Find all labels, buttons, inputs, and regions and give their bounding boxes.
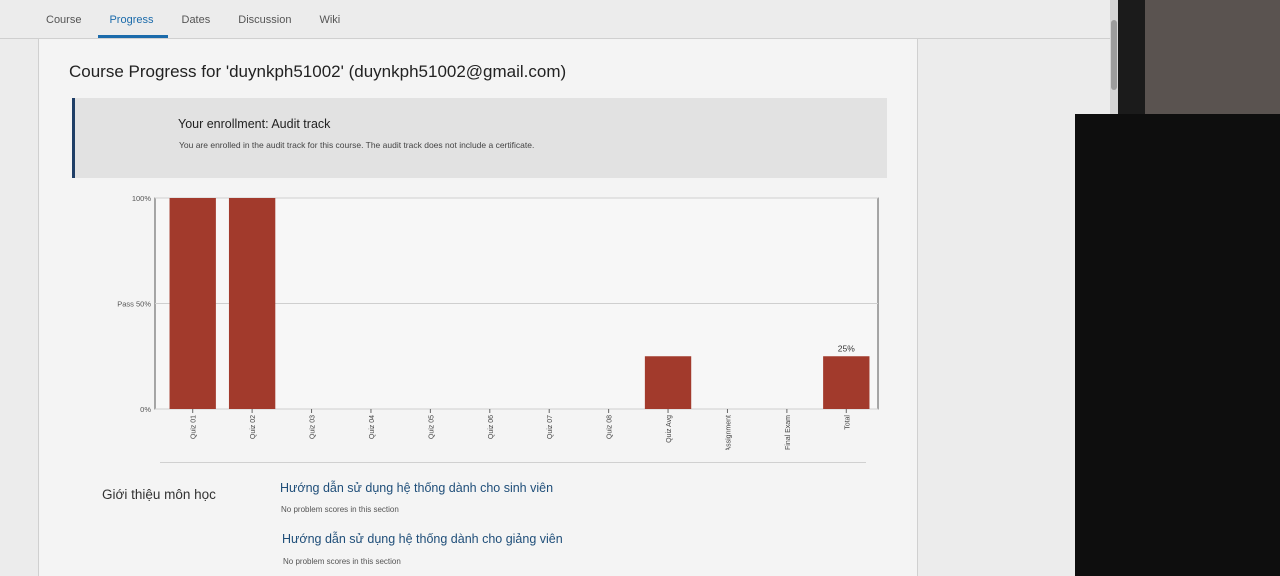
enrollment-title: Your enrollment: Audit track <box>178 117 331 131</box>
x-tick-label: Assignment <box>725 415 732 450</box>
x-tick-label: Quiz Avg <box>666 415 673 443</box>
course-navigation: Course Progress Dates Discussion Wiki <box>30 0 352 38</box>
section-link-teacher-guide[interactable]: Hướng dẫn sử dụng hệ thống dành cho giản… <box>282 532 563 546</box>
section-score-note: No problem scores in this section <box>281 505 399 514</box>
x-tick-label: Quiz 02 <box>250 415 257 439</box>
tab-discussion[interactable]: Discussion <box>222 14 303 38</box>
x-tick-label: Quiz 03 <box>310 415 317 439</box>
monitor-edge <box>1075 114 1280 576</box>
grade-bar <box>169 198 216 409</box>
x-tick-label: Quiz 06 <box>488 415 495 439</box>
x-tick-label: Final Exam <box>785 415 792 450</box>
background-wall <box>1145 0 1280 120</box>
data-label: 25% <box>838 343 855 353</box>
x-tick-label: Total <box>844 415 851 430</box>
x-tick-label: Quiz 04 <box>369 415 376 439</box>
section-link-student-guide[interactable]: Hướng dẫn sử dụng hệ thống dành cho sinh… <box>280 481 553 495</box>
enrollment-description: You are enrolled in the audit track for … <box>179 140 535 150</box>
page-title: Course Progress for 'duynkph51002' (duyn… <box>69 62 567 81</box>
browser-page: Course Progress Dates Discussion Wiki Co… <box>0 0 1118 576</box>
tab-course[interactable]: Course <box>30 14 93 38</box>
tab-wiki[interactable]: Wiki <box>303 14 352 38</box>
grade-chart: 100% Pass 50% 0% Quiz 01 Quiz 02 Quiz 03 Quiz … <box>117 194 879 450</box>
y-tick-label: 0% <box>140 405 151 414</box>
y-tick-label: Pass 50% <box>117 300 151 309</box>
x-tick-label: Quiz 01 <box>191 415 198 439</box>
tab-progress[interactable]: Progress <box>93 14 168 38</box>
chart-separator <box>160 462 866 463</box>
x-tick-label: Quiz 05 <box>428 415 435 439</box>
grade-bar <box>644 356 692 409</box>
tab-dates[interactable]: Dates <box>166 14 223 38</box>
x-tick-label: Quiz 08 <box>607 415 614 439</box>
enrollment-banner: Your enrollment: Audit track You are enr… <box>72 98 887 178</box>
y-tick-label: 100% <box>132 194 152 203</box>
chapter-title: Giới thiệu môn học <box>102 487 216 502</box>
x-tick-label: Quiz 07 <box>547 415 554 439</box>
section-score-note: No problem scores in this section <box>283 557 401 566</box>
grade-bar <box>228 198 276 409</box>
grade-bar <box>823 356 870 409</box>
scrollbar-thumb[interactable] <box>1111 20 1117 90</box>
